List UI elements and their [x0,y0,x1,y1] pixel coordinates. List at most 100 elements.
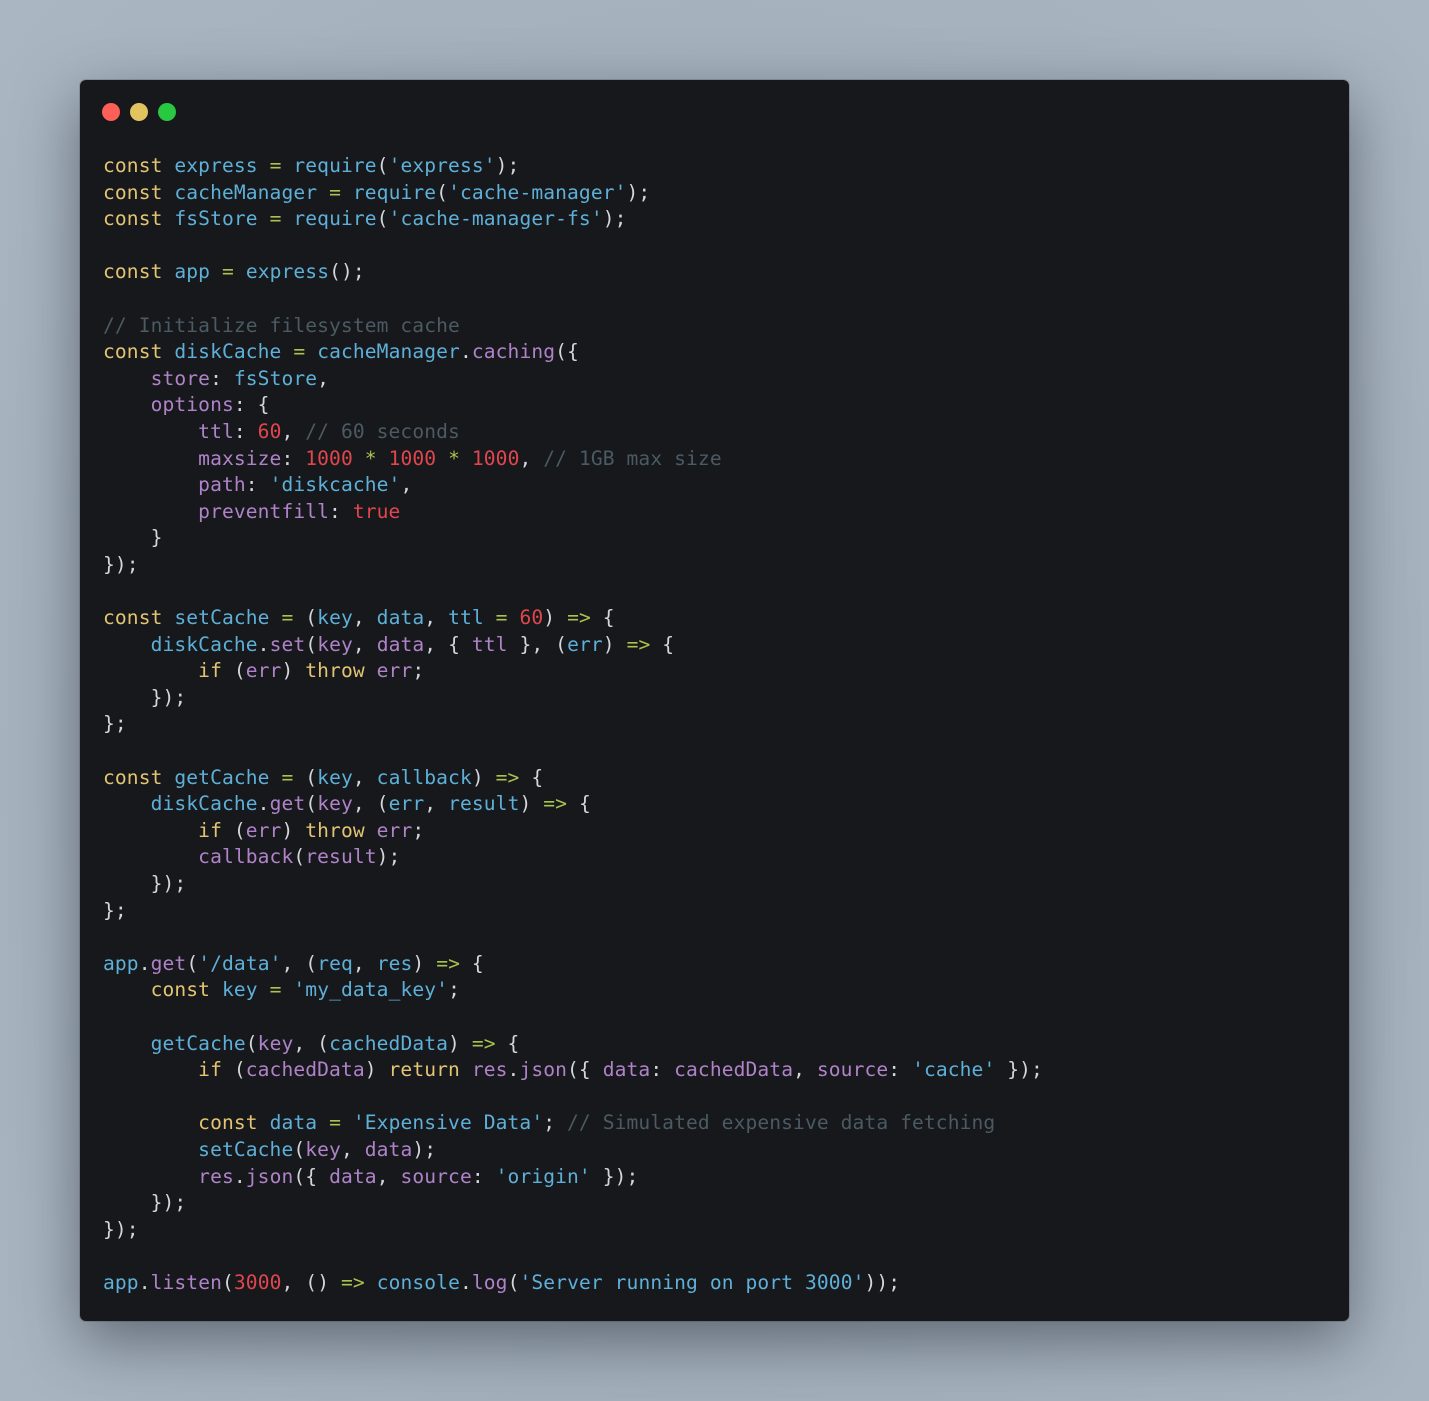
keyword-token: throw [305,818,365,842]
punctuation-token: , [376,1164,401,1188]
property-token: cachedData [245,1058,365,1082]
code-window: const express = require('express'); const… [80,80,1349,1321]
punctuation-token: ( [293,845,306,869]
number-token: 1000 [388,446,437,470]
property-token: key [317,792,353,816]
identifier-token: cacheManager [174,180,318,204]
punctuation-token: ( [293,765,318,789]
punctuation-token: , [281,419,306,443]
punctuation-token [162,606,174,629]
operator-token: = [293,340,306,364]
code-line: if (err) throw err; [103,818,1043,845]
maximize-button[interactable] [158,103,176,121]
punctuation-token [281,207,293,230]
punctuation-token: ( [293,1137,306,1161]
close-button[interactable] [102,103,120,121]
punctuation-token: , ( [281,951,318,975]
code-line: }; [103,711,1043,738]
punctuation-token: : [650,1058,675,1082]
code-line: store: fsStore, [103,366,1043,393]
property-token: maxsize [198,446,282,470]
punctuation-token [270,766,282,789]
punctuation-token: . [459,340,472,364]
punctuation-token [365,1271,377,1294]
punctuation-token: ); [495,154,520,177]
comment-token: // Simulated expensive data fetching [567,1111,996,1135]
keyword-token: throw [305,659,365,683]
punctuation-token: : [233,419,258,443]
punctuation-token: . [507,1058,520,1082]
punctuation-token [210,978,222,1001]
operator-token: * [364,446,377,470]
operator-token: = [281,606,294,630]
punctuation-token: }); [103,1191,187,1215]
punctuation-token: . [257,792,270,816]
punctuation-token: { [590,606,615,630]
code-line: }; [103,898,1043,925]
code-block: const express = require('express'); const… [103,153,1043,1297]
keyword-token: if [198,818,222,842]
identifier-token: setCache [174,606,270,630]
identifier-token: diskCache [150,792,258,816]
keyword-token: if [198,659,222,683]
punctuation-token [258,207,270,230]
operator-token: => [567,606,591,630]
punctuation-token: , { [424,632,472,656]
code-line: }); [103,1190,1043,1217]
property-token: err [245,818,282,842]
keyword-token: const [103,207,163,231]
operator-token: => [436,951,460,975]
punctuation-token: }); [103,1217,139,1241]
code-line: } [103,525,1043,552]
punctuation-token [162,340,174,363]
punctuation-token: , [793,1058,817,1082]
punctuation-token: , ( [293,1031,330,1055]
punctuation-token: ( [245,1031,258,1055]
punctuation-token: , [352,951,377,975]
punctuation-token: ) [602,632,627,656]
punctuation-token: ) [519,792,544,816]
number-token: 3000 [233,1270,282,1294]
punctuation-token: }, ( [507,632,568,656]
punctuation-token: . [459,1270,472,1294]
identifier-token: app [103,1270,139,1294]
property-token: store [150,366,211,390]
string-token: 'my_data_key' [293,978,449,1002]
punctuation-token [103,1138,198,1161]
code-line: }); [103,685,1043,712]
punctuation-token: ( [221,1058,246,1082]
punctuation-token [103,659,198,682]
operator-token: = [269,154,282,177]
punctuation-token [162,207,174,230]
punctuation-token [270,606,282,629]
punctuation-token: : [888,1058,913,1082]
punctuation-token: ; [448,978,460,1002]
code-line: const app = express(); [103,259,1043,286]
string-token: 'Server running on port 3000' [519,1270,865,1294]
punctuation-token: , [352,632,377,656]
identifier-token: app [103,951,139,975]
punctuation-token: , [519,446,544,470]
punctuation-token [484,606,496,629]
code-line: options: { [103,392,1043,419]
punctuation-token: , ( [352,792,389,816]
punctuation-token: . [257,632,270,656]
operator-token: = [222,260,234,284]
punctuation-token [436,447,448,470]
punctuation-token: . [138,951,151,975]
window-controls [102,103,176,121]
property-token: source [816,1058,889,1082]
property-token: caching [471,340,556,364]
minimize-button[interactable] [130,103,148,121]
punctuation-token [103,845,198,868]
operator-token: => [340,1270,365,1294]
punctuation-token: ); [376,845,401,869]
punctuation-token: ; [412,818,425,842]
punctuation-token: , [400,473,413,497]
punctuation-token: { [567,792,591,816]
punctuation-token: }; [103,898,127,922]
punctuation-token: ) [471,765,496,789]
